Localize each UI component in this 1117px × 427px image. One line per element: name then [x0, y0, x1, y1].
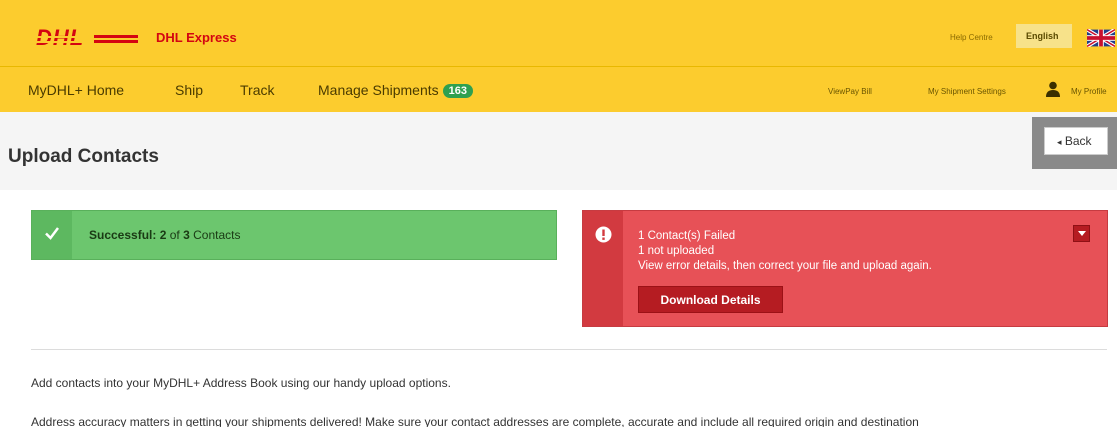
error-icon-box: [583, 211, 623, 326]
nav-shipment-settings[interactable]: My Shipment Settings: [928, 87, 1006, 96]
error-line-not-uploaded: 1 not uploaded: [638, 245, 715, 257]
help-centre-link[interactable]: Help Centre: [950, 33, 993, 42]
back-button[interactable]: ◂ Back: [1044, 127, 1108, 155]
success-icon-box: [32, 211, 72, 259]
exclamation-icon: [595, 226, 612, 243]
collapse-toggle[interactable]: [1073, 225, 1090, 242]
main-nav: MyDHL+ Home Ship Track Manage Shipments 1…: [0, 66, 1117, 112]
success-suffix: Contacts: [189, 228, 241, 242]
page-header: [0, 112, 1117, 190]
shipments-count-badge: 163: [442, 84, 473, 98]
nav-manage-label: Manage Shipments: [318, 82, 439, 98]
chevron-down-icon: [1078, 231, 1086, 236]
nav-my-profile[interactable]: My Profile: [1071, 87, 1107, 96]
back-arrow-icon: ◂: [1057, 137, 1062, 147]
back-label: Back: [1064, 134, 1092, 148]
page-title: Upload Contacts: [8, 146, 159, 167]
error-message: 1 Contact(s) Failed 1 not uploaded View …: [638, 229, 932, 274]
error-alert: 1 Contact(s) Failed 1 not uploaded View …: [582, 210, 1108, 327]
error-line-instructions: View error details, then correct your fi…: [638, 260, 932, 272]
nav-ship[interactable]: Ship: [175, 82, 203, 98]
language-selector[interactable]: English: [1016, 24, 1072, 48]
divider: [31, 349, 1107, 350]
nav-manage-shipments[interactable]: Manage Shipments 163: [318, 82, 473, 98]
uk-flag-icon[interactable]: [1087, 29, 1115, 47]
info-text-address-accuracy: Address accuracy matters in getting your…: [31, 415, 919, 427]
download-details-button[interactable]: Download Details: [638, 286, 783, 313]
success-total: 3: [183, 228, 190, 242]
success-prefix: Successful:: [89, 228, 160, 242]
info-text-add-contacts: Add contacts into your MyDHL+ Address Bo…: [31, 376, 451, 390]
brand-name: DHL Express: [156, 30, 237, 45]
error-line-failed: 1 Contact(s) Failed: [638, 230, 736, 242]
back-area: ◂ Back: [1032, 117, 1117, 169]
dhl-logo[interactable]: DHL: [34, 27, 140, 49]
nav-pay-bill[interactable]: ViewPay Bill: [828, 87, 872, 96]
success-alert: Successful: 2 of 3 Contacts: [31, 210, 557, 260]
nav-home[interactable]: MyDHL+ Home: [28, 82, 124, 98]
checkmark-icon: [45, 227, 59, 240]
success-middle: of: [166, 228, 184, 242]
nav-track[interactable]: Track: [240, 82, 274, 98]
success-message: Successful: 2 of 3 Contacts: [89, 228, 240, 242]
top-header: DHL DHL Express Help Centre English: [0, 0, 1117, 66]
user-icon[interactable]: [1046, 81, 1060, 97]
